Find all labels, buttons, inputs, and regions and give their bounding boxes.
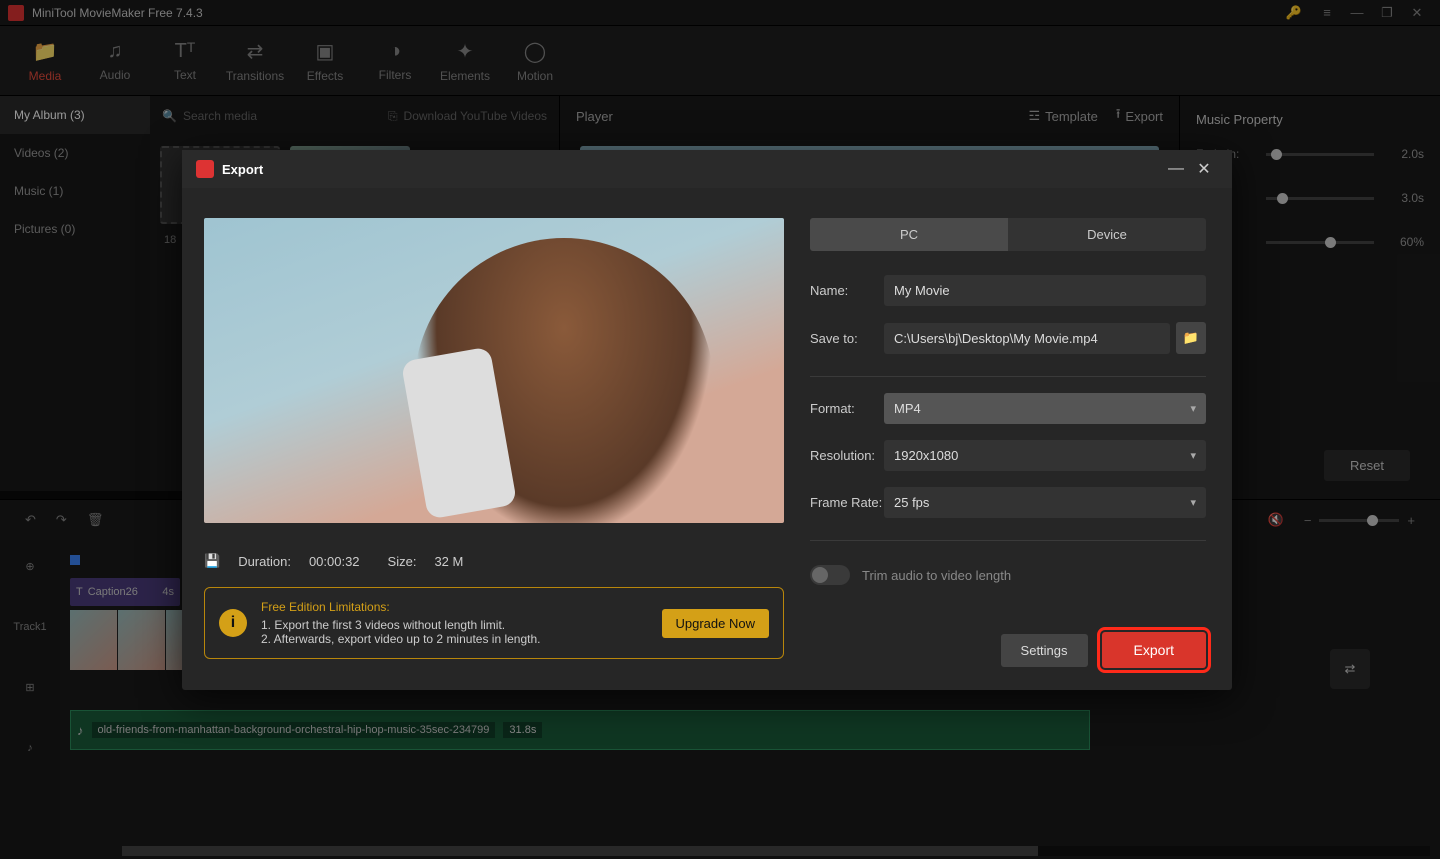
info-icon: i xyxy=(219,609,247,637)
export-target-tabs: PC Device xyxy=(810,218,1206,251)
browse-folder-button[interactable]: 📁 xyxy=(1176,322,1206,354)
tab-device[interactable]: Device xyxy=(1008,218,1206,251)
resolution-label: Resolution: xyxy=(810,448,884,463)
name-label: Name: xyxy=(810,283,884,298)
upgrade-button[interactable]: Upgrade Now xyxy=(662,609,770,638)
limitations-banner: i Free Edition Limitations: 1. Export th… xyxy=(204,587,784,659)
framerate-label: Frame Rate: xyxy=(810,495,884,510)
format-select[interactable]: MP4 ▾ xyxy=(884,393,1206,424)
name-input[interactable] xyxy=(884,275,1206,306)
export-button[interactable]: Export xyxy=(1102,632,1206,668)
framerate-select[interactable]: 25 fps ▾ xyxy=(884,487,1206,518)
tab-pc[interactable]: PC xyxy=(810,218,1008,251)
resolution-value: 1920x1080 xyxy=(894,448,958,463)
dialog-minimize-button[interactable]: — xyxy=(1162,160,1190,178)
size-value: 32 M xyxy=(434,554,463,569)
chevron-down-icon: ▾ xyxy=(1190,402,1196,415)
folder-open-icon: 📁 xyxy=(1183,330,1199,346)
trim-audio-label: Trim audio to video length xyxy=(862,568,1011,583)
dialog-logo-icon xyxy=(196,160,214,178)
framerate-value: 25 fps xyxy=(894,495,929,510)
limit-line2: 2. Afterwards, export video up to 2 minu… xyxy=(261,632,648,646)
format-value: MP4 xyxy=(894,401,921,416)
export-preview xyxy=(204,218,784,523)
chevron-down-icon: ▾ xyxy=(1190,449,1196,462)
duration-value: 00:00:32 xyxy=(309,554,360,569)
resolution-select[interactable]: 1920x1080 ▾ xyxy=(884,440,1206,471)
size-label: Size: xyxy=(388,554,417,569)
dialog-title: Export xyxy=(222,162,1162,177)
format-label: Format: xyxy=(810,401,884,416)
settings-button[interactable]: Settings xyxy=(1001,634,1088,667)
save-icon: 💾 xyxy=(204,553,220,569)
trim-audio-toggle[interactable] xyxy=(810,565,850,585)
dialog-close-button[interactable]: ✕ xyxy=(1190,159,1218,179)
chevron-down-icon: ▾ xyxy=(1190,496,1196,509)
limit-line1: 1. Export the first 3 videos without len… xyxy=(261,618,648,632)
saveto-input[interactable] xyxy=(884,323,1170,354)
limit-header: Free Edition Limitations: xyxy=(261,600,648,614)
saveto-label: Save to: xyxy=(810,331,884,346)
export-dialog: Export — ✕ 💾 Duration: 00:00:32 Size: 32… xyxy=(182,150,1232,690)
duration-label: Duration: xyxy=(238,554,291,569)
